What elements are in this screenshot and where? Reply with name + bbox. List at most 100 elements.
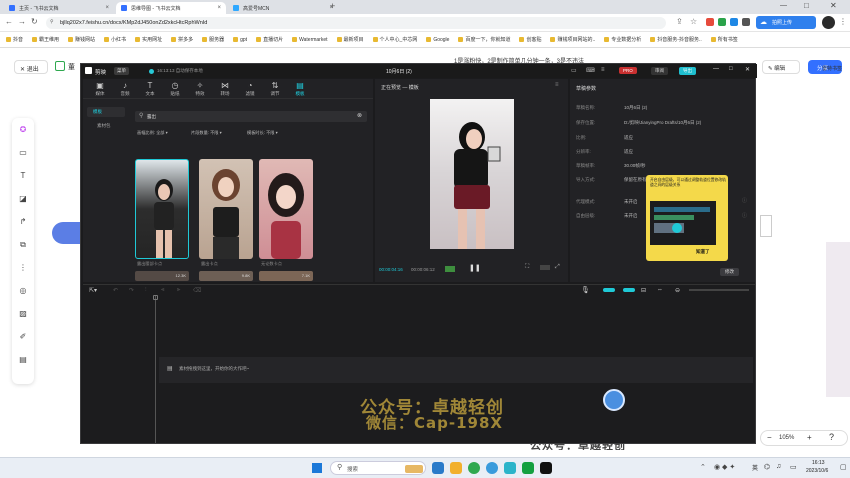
microphone-icon[interactable]: 🎙 [581,286,590,294]
bookmark-item[interactable]: 赚钱网站 [68,36,95,43]
preview-menu-icon[interactable]: ≡ [555,82,559,88]
chrome-icon[interactable] [468,462,480,474]
tool-tab-9[interactable]: ▤ 模板 [287,81,313,97]
bookmark-item[interactable]: 拼多多 [171,36,193,43]
network-icon[interactable]: ⌬ [764,463,770,471]
playhead-handle[interactable] [153,295,158,300]
tooltip-ok-button[interactable]: 知道了 [696,249,710,255]
split-right-icon[interactable]: ⫸ [177,287,180,294]
bookmark-item[interactable]: gpt [233,37,247,43]
file-explorer-icon[interactable] [450,462,462,474]
bookmark-item[interactable]: Watermarket [292,37,328,43]
close-icon[interactable]: ✕ [745,66,750,73]
exit-button[interactable]: ✕ 退出 [14,60,48,74]
tool-tab-8[interactable]: ⇅ 调节 [262,81,288,97]
rectangle-tool-icon[interactable]: ▭ [12,141,34,164]
back-icon[interactable]: ← [5,17,13,26]
bookmark-star-icon[interactable]: ☆ [690,17,697,26]
site-info-icon[interactable]: ⚲ [50,19,54,25]
filter-duration[interactable]: 模板时长: 不限 ▾ [247,130,278,136]
cloud-upload-button[interactable]: ☁ 拍照上传 [756,16,816,29]
task-view-icon[interactable] [432,462,444,474]
template-card[interactable]: 7.1K [259,271,313,281]
language-indicator[interactable]: 英 [752,463,758,472]
more-menu-icon[interactable]: ⋮ [839,17,847,26]
info-icon[interactable]: ⓘ [742,212,747,219]
filter-aspect[interactable]: 画幅比例: 全部 ▾ [137,130,168,136]
bookmark-item[interactable]: 直播切片 [256,36,283,43]
bookmark-item[interactable]: 最新项目 [336,36,364,43]
notification-icon[interactable]: ▢ [840,463,847,471]
export-button[interactable]: 导出 [679,67,696,75]
playhead[interactable] [155,295,156,443]
undo-icon[interactable]: ↶ [113,287,118,294]
bookmark-item[interactable]: 小红书 [104,36,126,43]
app-icon[interactable] [504,462,516,474]
template-card[interactable]: 9.8K [199,271,253,281]
edit-mode-button[interactable]: ✎ 编辑 [762,60,800,74]
sidebar-item-material[interactable]: 素材包 [87,121,125,131]
frame-icon[interactable]: ⧉ [12,233,34,256]
close-window-icon[interactable]: ✕ [830,1,837,10]
template-search-input[interactable]: ⚲ 露出 ⊗ [135,111,367,122]
close-icon[interactable]: × [105,5,109,11]
tray-chevron-icon[interactable]: ⌃ [700,463,706,471]
menu-button[interactable]: 菜单 [114,67,129,75]
forward-icon[interactable]: → [18,17,26,26]
bookmark-item[interactable]: 创客贴 [519,36,541,43]
image-icon[interactable]: ▨ [12,302,34,325]
share-page-icon[interactable]: ⇪ [676,17,683,26]
browser-tab[interactable]: 思维导图 - 飞书云文档 × [116,2,226,14]
shape-icon[interactable]: ◎ [12,279,34,302]
settings-icon[interactable]: ≡ [601,67,605,73]
tool-tab-2[interactable]: ♪ 音频 [112,81,138,97]
bookmark-item[interactable]: 百度一下，你就知道 [458,36,510,43]
pen-icon[interactable]: ✐ [12,325,34,348]
fullscreen-icon[interactable]: ⤢ [555,264,560,271]
avatar[interactable] [822,16,835,29]
help-icon[interactable]: ? [829,432,834,442]
mindmap-node[interactable] [52,222,82,244]
template-card[interactable]: 12.3K [135,271,189,281]
tool-tab-5[interactable]: ✧ 特效 [187,81,213,97]
minimize-icon[interactable]: — [713,66,719,72]
bookmark-item[interactable]: 个人中心_中芯网 [372,36,417,43]
clock-time[interactable]: 16:13 [812,460,825,466]
link-toggle[interactable] [623,288,635,292]
layout-icon[interactable]: ▭ [571,67,577,74]
template-card[interactable] [259,159,313,259]
connector-icon[interactable]: ↱ [12,210,34,233]
tool-tab-3[interactable]: T 文本 [137,81,163,97]
sticky-note-icon[interactable]: ◪ [12,187,34,210]
extension-icon[interactable] [742,18,750,26]
taskbar-search-input[interactable]: ⚲ 搜索 [330,461,426,475]
extension-icon[interactable] [718,18,726,26]
bookmark-item[interactable]: 服务器 [202,36,224,43]
bookmark-item[interactable]: 霸王维用 [32,36,59,43]
extension-icon[interactable] [730,18,738,26]
extension-icon[interactable] [706,18,714,26]
start-icon[interactable] [312,463,322,473]
tool-tab-4[interactable]: ◷ 贴纸 [162,81,188,97]
tray-icons[interactable]: ◉ ◆ ✦ [714,463,735,471]
bookmark-item[interactable]: Google [426,37,449,43]
text-tool-icon[interactable]: T [12,164,34,187]
clear-search-icon[interactable]: ⊗ [357,112,362,119]
pro-badge[interactable]: PRO [619,67,637,74]
magnet-toggle[interactable] [603,288,615,292]
template-card[interactable] [199,159,253,259]
close-icon[interactable]: × [217,5,221,11]
shortcut-icon[interactable]: ⌨ [586,67,595,74]
split-left-icon[interactable]: ⫷ [161,287,164,294]
delete-icon[interactable]: ⌫ [193,287,201,294]
browser-tab[interactable]: 主页 - 飞书云文档 × [4,2,114,14]
main-track[interactable]: ▤ 素材拖拽到这里，开始你的大作吧~ [159,357,753,383]
zoom-in-icon[interactable]: + [807,433,812,442]
url-input[interactable]: bjllq202x7.feishu.cn/docx/KMp2dJ450onZd2… [46,17,666,29]
ai-icon[interactable]: ✪ [12,118,34,141]
clock-date[interactable]: 2023/10/6 [806,468,828,474]
tool-tab-1[interactable]: ▣ 媒体 [87,81,113,97]
timeline-zoom-slider[interactable] [689,289,749,291]
align-icon[interactable]: ⇔ [657,287,663,293]
new-tab-icon[interactable]: + [330,1,335,11]
